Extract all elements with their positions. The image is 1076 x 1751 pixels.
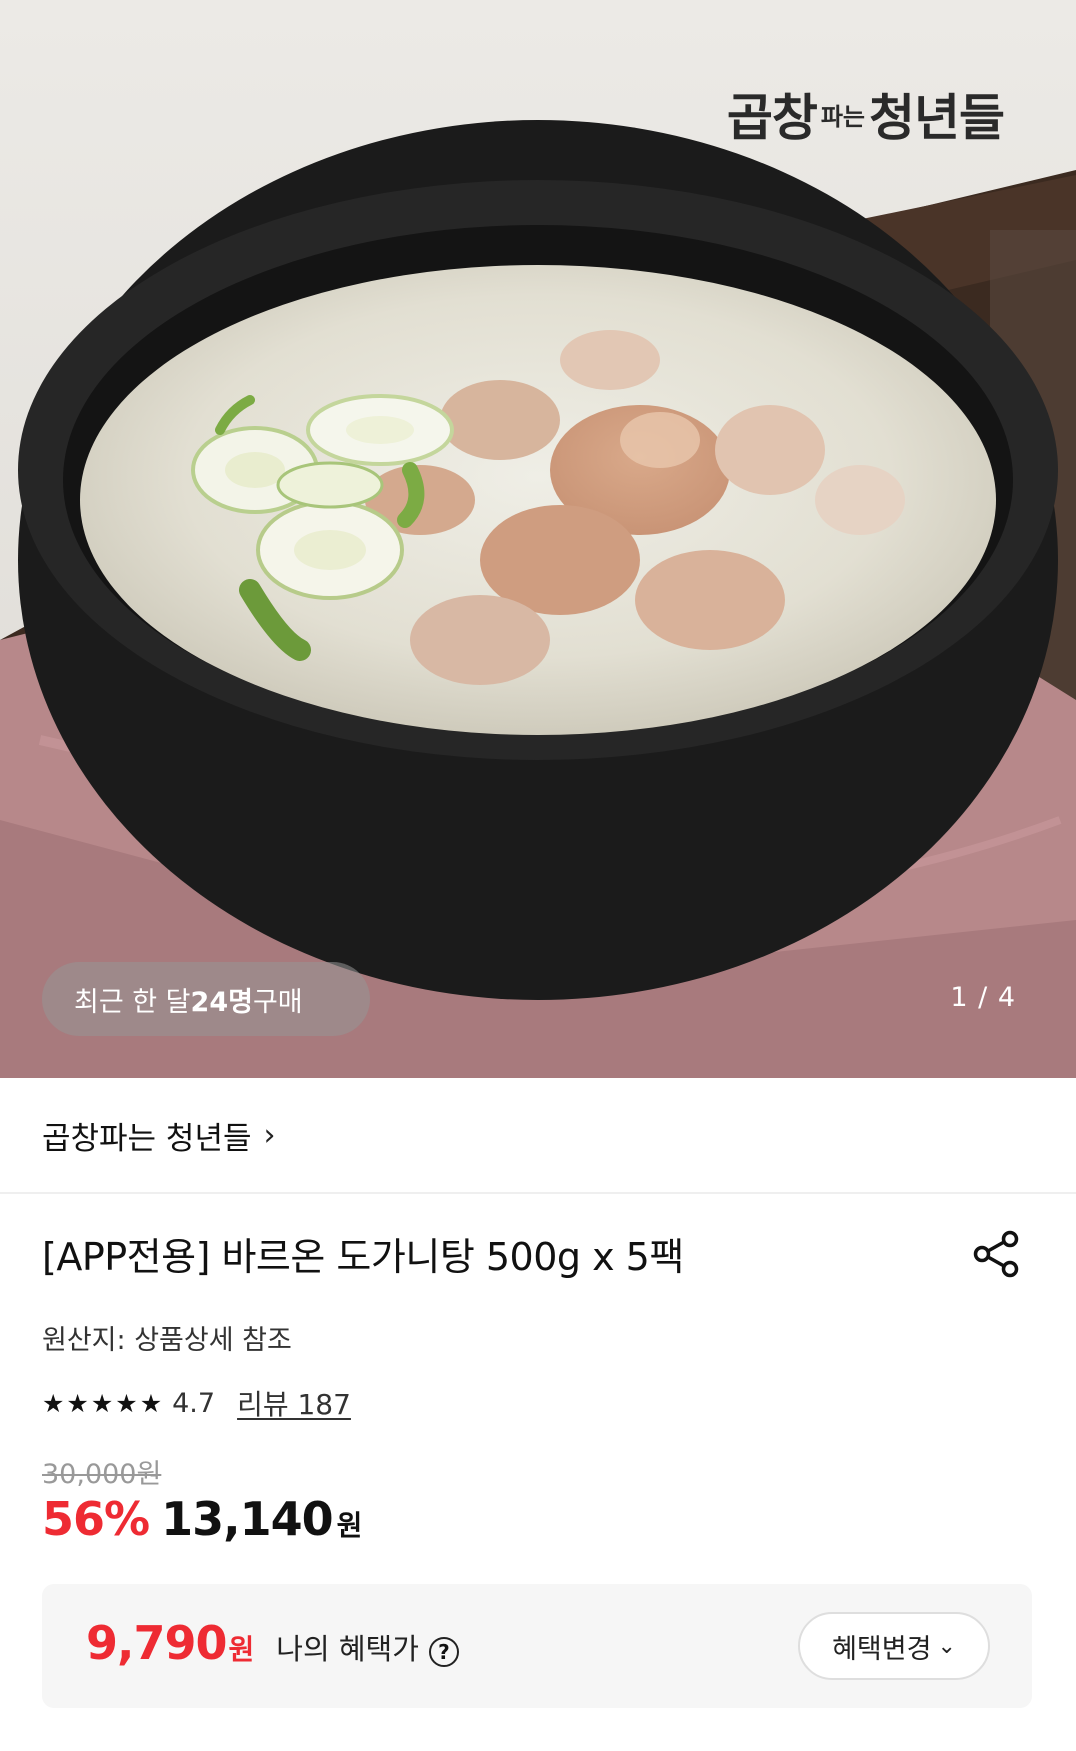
benefit-price-currency: 원: [228, 1633, 255, 1666]
product-image-carousel[interactable]: 곱창 파는청년들 최근 한 달 24명 구매 1 / 4: [0, 0, 1076, 1078]
star-icon: ★: [66, 1388, 89, 1418]
product-title: [APP전용] 바르온 도가니탕 500g x 5팩: [42, 1235, 684, 1279]
benefit-price-box: 9,790 원 나의 혜택가 ? 혜택변경 ⌄: [42, 1584, 1032, 1708]
purchase-prefix: 최근 한 달: [74, 986, 191, 1018]
brand-logo-part1: 곱창: [726, 88, 818, 147]
benefit-label: 나의 혜택가: [276, 1632, 419, 1666]
recent-purchase-badge: 최근 한 달 24명 구매: [42, 962, 370, 1036]
discount-rate: 56%: [42, 1492, 150, 1546]
brand-logo-part3: 청년들: [869, 88, 1005, 147]
sale-price-currency: 원: [336, 1509, 363, 1542]
star-icon: ★: [42, 1388, 65, 1418]
star-icon: ★: [90, 1388, 114, 1418]
seller-link[interactable]: 곱창파는 청년들 ›: [0, 1078, 1076, 1194]
original-price: 30,000원: [42, 1459, 162, 1490]
chevron-down-icon: ⌄: [937, 1633, 956, 1659]
sale-price-row: 56% 13,140 원: [42, 1492, 362, 1546]
rating-row: ★ ★ ★ ★ ★ 4.7 리뷰 187: [42, 1383, 351, 1423]
review-link[interactable]: 리뷰 187: [237, 1383, 351, 1423]
rating-value: 4.7: [172, 1387, 216, 1419]
brand-logo-part2: 파는: [820, 102, 865, 131]
benefit-price-row: 9,790 원 나의 혜택가 ?: [86, 1616, 459, 1670]
benefit-price: 9,790: [86, 1616, 228, 1670]
change-benefit-button[interactable]: 혜택변경 ⌄: [798, 1612, 990, 1680]
product-photo: [0, 0, 1076, 1078]
star-icon: ★: [139, 1388, 163, 1418]
brand-logo: 곱창 파는청년들: [726, 78, 1005, 150]
purchase-count: 24명: [190, 986, 253, 1018]
image-counter: 1 / 4: [950, 982, 1016, 1013]
product-title-row: [APP전용] 바르온 도가니탕 500g x 5팩: [42, 1226, 1034, 1286]
change-benefit-label: 혜택변경: [832, 1633, 932, 1665]
purchase-suffix: 구매: [252, 986, 303, 1018]
rating-stars: ★ ★ ★ ★ ★: [42, 1391, 162, 1416]
star-icon: ★: [115, 1388, 138, 1418]
share-icon[interactable]: [970, 1228, 1022, 1280]
chevron-right-icon: ›: [263, 1117, 276, 1153]
question-circle-icon[interactable]: ?: [428, 1637, 459, 1667]
sale-price: 13,140: [161, 1492, 334, 1546]
seller-name: 곱창파는 청년들: [42, 1120, 252, 1157]
origin-info: 원산지: 상품상세 참조: [42, 1325, 292, 1356]
